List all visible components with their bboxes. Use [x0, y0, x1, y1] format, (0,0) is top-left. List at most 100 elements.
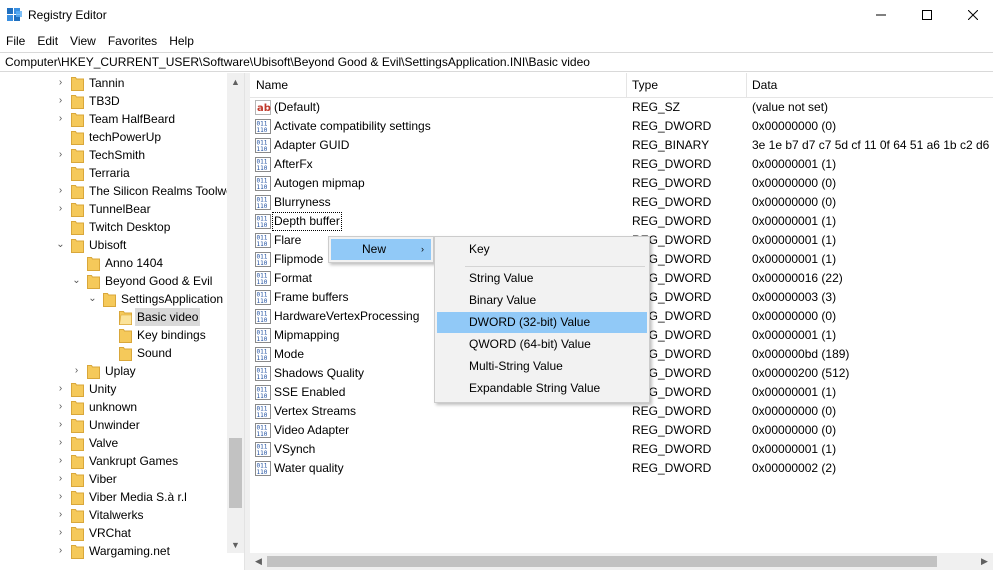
tree-item[interactable]: › TB3D [0, 92, 226, 110]
tree-item[interactable]: › Viber Media S.à r.l [0, 488, 226, 506]
tree-item[interactable]: › Tannin [0, 74, 226, 92]
submenu-item-multi-string-value[interactable]: Multi-String Value [437, 356, 647, 377]
tree-item[interactable]: › Valve [0, 434, 226, 452]
registry-editor-icon [7, 8, 22, 23]
list-scroll-thumb[interactable] [267, 556, 937, 567]
table-row[interactable]: ab (Default) REG_SZ (value not set) [250, 98, 993, 117]
tree-item[interactable]: Sound [0, 344, 226, 362]
tree-item[interactable]: › Vankrupt Games [0, 452, 226, 470]
address-bar[interactable]: Computer\HKEY_CURRENT_USER\Software\Ubis… [0, 52, 993, 72]
chevron-right-icon[interactable]: › [56, 542, 65, 560]
chevron-right-icon[interactable]: › [56, 92, 65, 110]
tree-item[interactable]: techPowerUp [0, 128, 226, 146]
scroll-down-icon[interactable]: ▼ [227, 536, 244, 553]
table-row[interactable]: 011 110 Video Adapter REG_DWORD 0x00000000 (… [250, 421, 993, 440]
scroll-left-icon[interactable]: ◀ [250, 553, 267, 570]
tree-item[interactable]: › Vitalwerks [0, 506, 226, 524]
folder-icon [119, 309, 132, 325]
tree-item[interactable]: Twitch Desktop [0, 218, 226, 236]
menu-item-new[interactable]: New [331, 239, 431, 260]
tree-item[interactable]: › VRChat [0, 524, 226, 542]
tree-scroll-thumb[interactable] [229, 438, 242, 508]
folder-icon [71, 399, 84, 415]
chevron-down-icon[interactable]: ⌄ [88, 290, 97, 308]
tree-item-label: Viber Media S.à r.l [89, 490, 187, 504]
tree-item[interactable]: ⌄ SettingsApplication [0, 290, 226, 308]
table-row[interactable]: 011 110 Autogen mipmap REG_DWORD 0x00000000 … [250, 174, 993, 193]
tree-vertical-scrollbar[interactable]: ▲ ▼ [227, 73, 244, 553]
menu-favorites[interactable]: Favorites [102, 31, 163, 51]
tree-item[interactable]: › The Silicon Realms Toolwo [0, 182, 233, 200]
chevron-right-icon[interactable]: › [56, 398, 65, 416]
list-horizontal-scrollbar[interactable]: ◀ ▶ [250, 553, 993, 570]
folder-icon [71, 381, 84, 397]
tree-item[interactable]: › Uplay [0, 362, 226, 380]
minimize-button[interactable] [858, 0, 904, 31]
chevron-down-icon[interactable]: ⌄ [56, 236, 65, 254]
tree-item[interactable]: › Unity [0, 380, 226, 398]
submenu-item-dword-value[interactable]: DWORD (32-bit) Value [437, 312, 647, 333]
close-button[interactable] [950, 0, 993, 31]
table-row[interactable]: 011 110 Blurryness REG_DWORD 0x00000000 (0) [250, 193, 993, 212]
tree-item[interactable]: › Team HalfBeard [0, 110, 226, 128]
table-row[interactable]: 011 110 VSynch REG_DWORD 0x00000001 (1) [250, 440, 993, 459]
chevron-right-icon[interactable]: › [56, 110, 65, 128]
chevron-right-icon[interactable]: › [56, 380, 65, 398]
tree-item[interactable]: › Unwinder [0, 416, 226, 434]
key-tree[interactable]: › Tannin › TB3D › Team HalfBeard techPowerUp › T… [0, 73, 245, 570]
chevron-right-icon[interactable]: › [56, 182, 65, 200]
value-type: REG_DWORD [632, 423, 712, 437]
tree-item[interactable]: Key bindings [0, 326, 226, 344]
submenu-item-string-value[interactable]: String Value [437, 268, 647, 289]
chevron-right-icon[interactable]: › [56, 524, 65, 542]
chevron-right-icon[interactable]: › [56, 200, 65, 218]
column-header-name[interactable]: Name [250, 73, 288, 98]
submenu-item-expandable-string-value[interactable]: Expandable String Value [437, 378, 647, 399]
table-row[interactable]: 011 110 Water quality REG_DWORD 0x00000002 (… [250, 459, 993, 478]
chevron-down-icon[interactable]: ⌄ [72, 272, 81, 290]
chevron-right-icon[interactable]: › [56, 488, 65, 506]
submenu-item-qword-value[interactable]: QWORD (64-bit) Value [437, 334, 647, 355]
tree-item[interactable]: ⌄ Beyond Good & Evil [0, 272, 226, 290]
binary-value-icon: 011 110 [255, 385, 271, 400]
svg-text:110: 110 [257, 165, 268, 172]
tree-item[interactable]: › unknown [0, 398, 226, 416]
chevron-right-icon[interactable]: › [56, 146, 65, 164]
tree-item[interactable]: › Wargaming.net [0, 542, 226, 560]
tree-item[interactable]: Anno 1404 [0, 254, 226, 272]
scroll-right-icon[interactable]: ▶ [976, 553, 993, 570]
submenu-item-key[interactable]: Key [437, 239, 647, 260]
menu-help[interactable]: Help [163, 31, 200, 51]
chevron-right-icon[interactable]: › [56, 452, 65, 470]
chevron-right-icon[interactable]: › [56, 434, 65, 452]
tree-item[interactable]: Basic video [0, 308, 226, 326]
tree-item[interactable]: Terraria [0, 164, 226, 182]
tree-item[interactable]: › TunnelBear [0, 200, 226, 218]
table-row[interactable]: 011 110 AfterFx REG_DWORD 0x00000001 (1) [250, 155, 993, 174]
tree-item[interactable]: ⌄ Ubisoft [0, 236, 226, 254]
tree-item[interactable]: › TechSmith [0, 146, 226, 164]
folder-icon [103, 291, 116, 307]
table-row[interactable]: 011 110 Adapter GUID REG_BINARY 3e 1e b7 d7 … [250, 136, 993, 155]
maximize-button[interactable] [904, 0, 950, 31]
submenu-item-binary-value[interactable]: Binary Value [437, 290, 647, 311]
tree-item[interactable]: › Viber [0, 470, 226, 488]
svg-text:110: 110 [257, 241, 268, 248]
table-row[interactable]: 011 110 Vertex Streams REG_DWORD 0x00000000 … [250, 402, 993, 421]
tree-item-label: Sound [137, 346, 172, 360]
table-row[interactable]: 011 110 Activate compatibility settings REG… [250, 117, 993, 136]
column-header-data[interactable]: Data [746, 73, 777, 98]
table-row[interactable]: 011 110 Depth buffer REG_DWORD 0x00000001 (1… [250, 212, 993, 231]
chevron-right-icon[interactable]: › [72, 362, 81, 380]
scroll-up-icon[interactable]: ▲ [227, 73, 244, 90]
column-header-type[interactable]: Type [626, 73, 658, 98]
value-type: REG_DWORD [632, 195, 712, 209]
menu-edit[interactable]: Edit [31, 31, 64, 51]
menu-file[interactable]: File [0, 31, 31, 51]
chevron-right-icon[interactable]: › [56, 470, 65, 488]
chevron-right-icon[interactable]: › [56, 416, 65, 434]
chevron-right-icon[interactable]: › [56, 74, 65, 92]
chevron-right-icon[interactable]: › [56, 506, 65, 524]
menu-view[interactable]: View [64, 31, 102, 51]
value-data: 3e 1e b7 d7 c7 5d cf 11 0f 64 51 a6 1b c… [752, 138, 993, 152]
